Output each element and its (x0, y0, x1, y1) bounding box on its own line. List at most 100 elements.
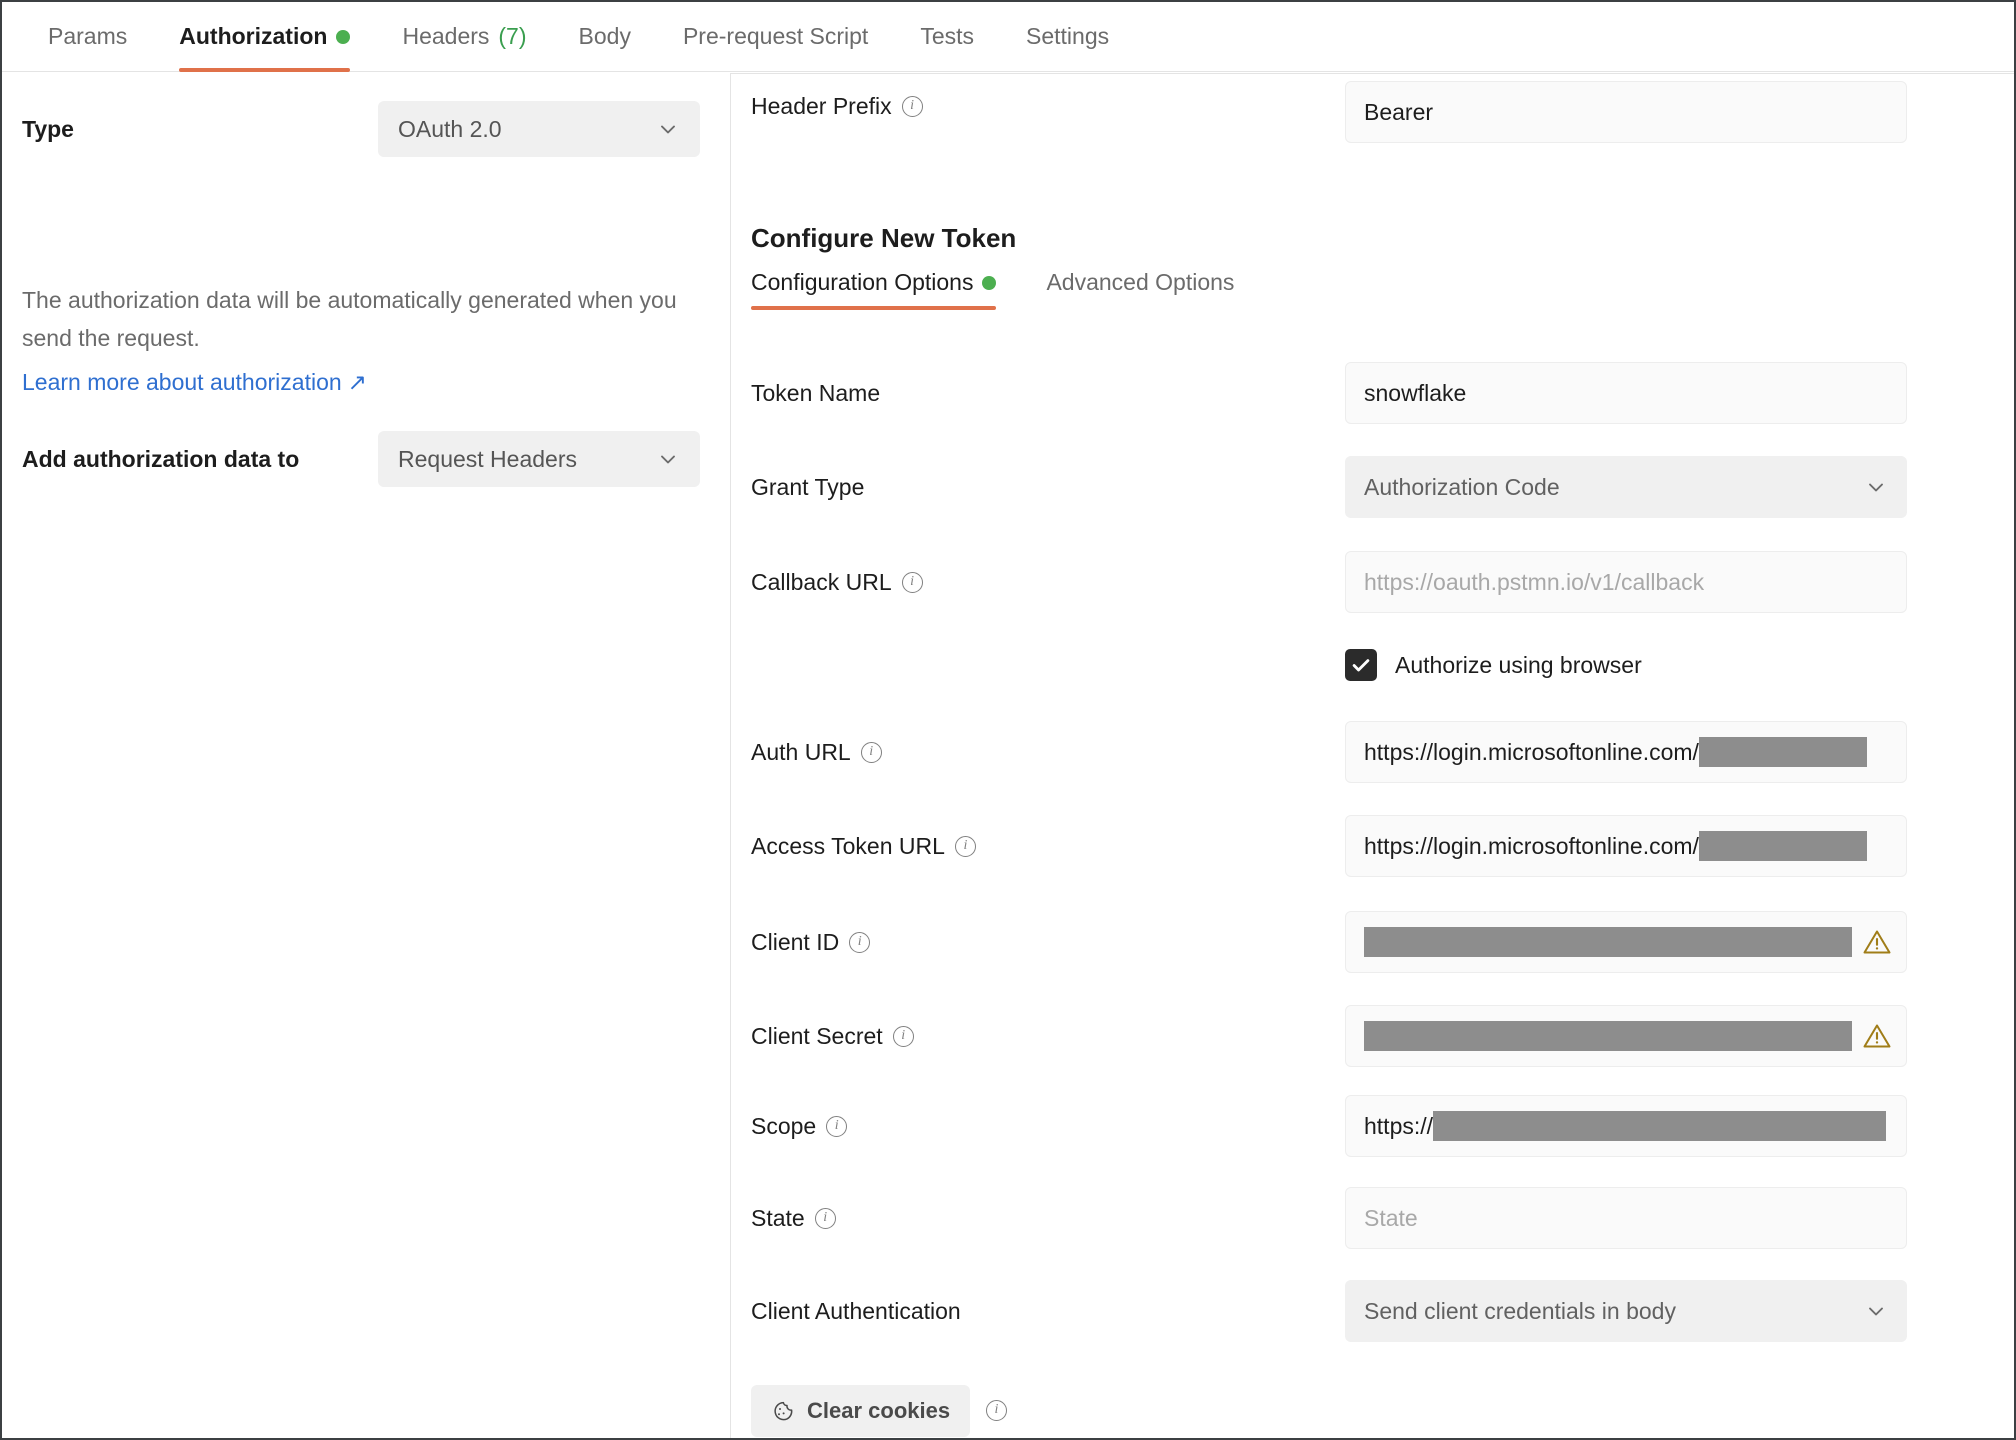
warning-icon[interactable] (1862, 927, 1892, 957)
tab-pre-request-script[interactable]: Pre-request Script (657, 2, 894, 72)
add-authorization-data-label: Add authorization data to (22, 445, 300, 472)
chevron-down-icon (661, 455, 675, 464)
add-authorization-data-select[interactable]: Request Headers (378, 431, 700, 487)
callback-url-row: Callback URL i https://oauth.pstmn.io/v1… (731, 551, 2014, 613)
authorize-using-browser-row: Authorize using browser (731, 643, 2014, 687)
info-icon[interactable]: i (892, 1025, 914, 1047)
redacted-value (1364, 1021, 1852, 1051)
grant-type-value: Authorization Code (1364, 473, 1560, 500)
access-token-url-value: https://login.microsoftonline.com/ (1364, 832, 1699, 859)
client-authentication-value: Send client credentials in body (1364, 1297, 1676, 1324)
client-secret-row: Client Secret i (731, 1005, 2014, 1067)
state-row: State i State (731, 1187, 2014, 1249)
status-dot-icon (336, 29, 351, 44)
auth-settings-pane: Type OAuth 2.0 The authorization data wi… (2, 73, 730, 1438)
tab-params[interactable]: Params (22, 2, 153, 72)
authorize-using-browser-control[interactable]: Authorize using browser (1345, 643, 1642, 687)
postman-request-pane: Params Authorization Headers (7) Body Pr… (0, 0, 2016, 1440)
callback-url-label: Callback URL (751, 568, 892, 595)
scope-row: Scope i https:// (731, 1095, 2014, 1157)
token-name-value: snowflake (1364, 379, 1467, 406)
auth-url-input[interactable]: https://login.microsoftonline.com/ (1345, 721, 1907, 783)
client-id-label-group: Client ID i (751, 911, 871, 973)
access-token-url-label-group: Access Token URL i (751, 815, 976, 877)
client-secret-label-group: Client Secret i (751, 1005, 914, 1067)
learn-more-label: Learn more about authorization (22, 369, 342, 395)
scope-input[interactable]: https:// (1345, 1095, 1907, 1157)
info-icon[interactable]: i (901, 571, 923, 593)
access-token-url-label: Access Token URL (751, 832, 945, 859)
auth-url-value: https://login.microsoftonline.com/ (1364, 738, 1699, 765)
state-placeholder: State (1364, 1204, 1418, 1231)
redacted-value (1364, 927, 1852, 957)
tab-label: Tests (920, 23, 974, 49)
request-tab-bar: Params Authorization Headers (7) Body Pr… (2, 2, 2014, 72)
scope-label: Scope (751, 1112, 817, 1139)
clear-cookies-label: Clear cookies (807, 1398, 951, 1423)
token-name-label: Token Name (751, 379, 881, 406)
info-icon[interactable]: i (814, 1207, 836, 1229)
state-label: State (751, 1204, 805, 1231)
tab-body[interactable]: Body (553, 2, 657, 72)
info-icon[interactable]: i (860, 741, 882, 763)
clear-cookies-row: Clear cookies i (731, 1385, 2014, 1437)
tab-label: Settings (1026, 23, 1110, 49)
token-name-row: Token Name snowflake (731, 362, 2014, 424)
redacted-value (1698, 737, 1867, 767)
auth-type-label: Type (22, 115, 74, 142)
learn-more-link[interactable]: Learn more about authorization ↗ (22, 369, 367, 396)
clear-cookies-button[interactable]: Clear cookies (751, 1385, 971, 1437)
info-icon[interactable]: i (954, 835, 976, 857)
chevron-down-icon (1869, 1307, 1883, 1316)
client-id-input[interactable] (1345, 911, 1907, 973)
redacted-value (1698, 831, 1867, 861)
tab-label: Pre-request Script (682, 23, 869, 49)
token-configuration-pane: Header Prefix i Bearer Configure New Tok… (731, 73, 2014, 1438)
auth-url-row: Auth URL i https://login.microsoftonline… (731, 721, 2014, 783)
info-icon[interactable]: i (986, 1400, 1007, 1421)
headers-count: (7) (498, 23, 527, 49)
auth-url-label: Auth URL (751, 738, 851, 765)
auth-type-select[interactable]: OAuth 2.0 (378, 101, 700, 157)
grant-type-row: Grant Type Authorization Code (731, 456, 2014, 518)
access-token-url-input[interactable]: https://login.microsoftonline.com/ (1345, 815, 1907, 877)
client-authentication-select[interactable]: Send client credentials in body (1345, 1280, 1907, 1342)
grant-type-select[interactable]: Authorization Code (1345, 456, 1907, 518)
auth-url-label-group: Auth URL i (751, 721, 882, 783)
tab-settings[interactable]: Settings (1000, 2, 1135, 72)
state-label-group: State i (751, 1187, 836, 1249)
add-authorization-data-value: Request Headers (398, 445, 577, 472)
checkmark-icon (1352, 659, 1370, 672)
tab-headers[interactable]: Headers (7) (376, 2, 552, 72)
callback-url-input[interactable]: https://oauth.pstmn.io/v1/callback (1345, 551, 1907, 613)
tab-label: Authorization (179, 23, 328, 49)
cookie-icon (774, 1401, 793, 1421)
redacted-value (1433, 1111, 1886, 1141)
auth-help-text: The authorization data will be automatic… (22, 287, 677, 351)
tab-label: Params (48, 23, 128, 49)
scope-value: https:// (1364, 1112, 1434, 1139)
auth-type-row: Type OAuth 2.0 (22, 101, 710, 157)
scope-label-group: Scope i (751, 1095, 848, 1157)
authorize-using-browser-label: Authorize using browser (1395, 651, 1642, 678)
client-authentication-row: Client Authentication Send client creden… (731, 1280, 2014, 1342)
client-secret-label: Client Secret (751, 1022, 883, 1049)
callback-url-label-group: Callback URL i (751, 551, 923, 613)
authorize-using-browser-checkbox[interactable] (1345, 649, 1377, 681)
client-authentication-label: Client Authentication (751, 1297, 961, 1324)
state-input[interactable]: State (1345, 1187, 1907, 1249)
info-icon[interactable]: i (826, 1115, 848, 1137)
tab-label: Body (578, 23, 631, 49)
warning-icon[interactable] (1862, 1021, 1892, 1051)
tab-tests[interactable]: Tests (894, 2, 1000, 72)
client-secret-input[interactable] (1345, 1005, 1907, 1067)
token-name-input[interactable]: snowflake (1345, 362, 1907, 424)
chevron-down-icon (661, 125, 675, 134)
client-id-row: Client ID i (731, 911, 2014, 973)
token-form: Token Name snowflake Grant Type Authoriz… (731, 73, 2014, 1438)
auth-type-value: OAuth 2.0 (398, 115, 502, 142)
chevron-down-icon (1869, 483, 1883, 492)
external-link-icon: ↗ (347, 369, 367, 395)
tab-authorization[interactable]: Authorization (153, 2, 376, 72)
info-icon[interactable]: i (849, 931, 871, 953)
